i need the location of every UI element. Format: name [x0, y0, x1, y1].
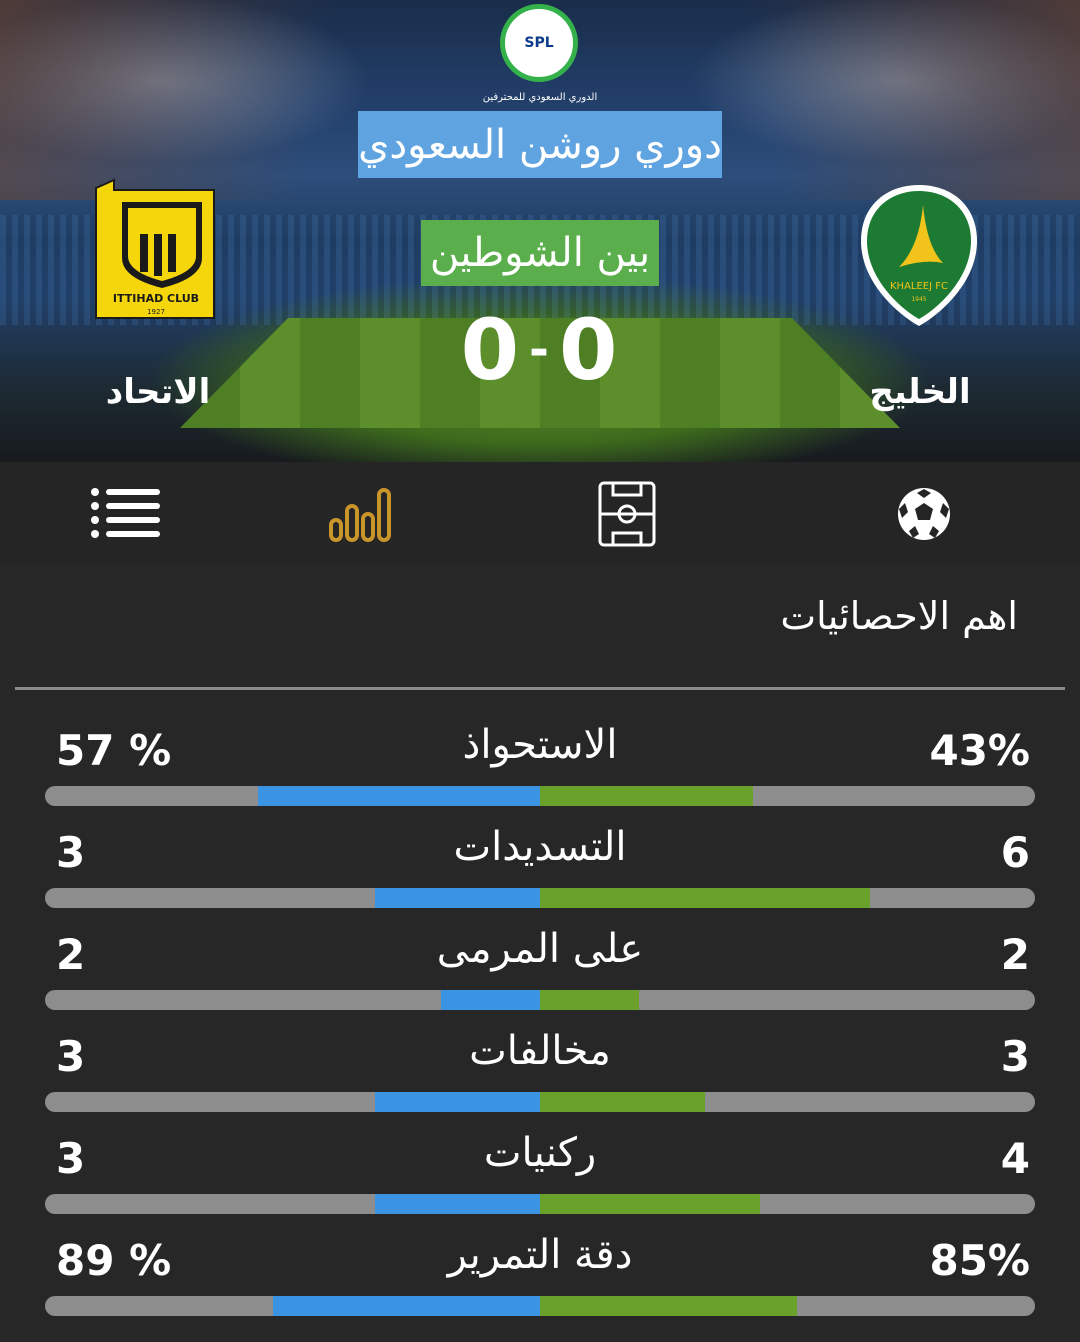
stat-bar-right-fill — [540, 786, 753, 806]
stat-bar-left-fill — [441, 990, 540, 1010]
stat-row-possession: 57 % الاستحواذ 43% — [0, 722, 1080, 828]
stat-bar — [45, 1296, 1035, 1316]
stat-row-on-target: 2 على المرمى 2 — [0, 926, 1080, 1032]
crest-left-year: 1927 — [147, 308, 165, 316]
stat-bar-left-fill — [272, 1296, 540, 1316]
stats-panel: اهم الاحصائيات 57 % الاستحواذ 43% 3 التس… — [0, 566, 1080, 1342]
stat-label: على المرمى — [436, 926, 644, 972]
crest-right-year: 1945 — [911, 296, 926, 303]
list-icon — [91, 488, 160, 538]
stat-left-value: 89 % — [56, 1236, 172, 1285]
crest-left-text: ITTIHAD CLUB — [113, 292, 199, 305]
stat-bar-left-fill — [375, 1092, 540, 1112]
league-logo: SPL — [500, 4, 578, 82]
stat-label: الاستحواذ — [462, 722, 618, 768]
stat-bar — [45, 990, 1035, 1010]
stat-right-value: 6 — [1000, 828, 1030, 877]
tab-statistics[interactable] — [322, 478, 402, 550]
stats-bars-icon — [329, 488, 391, 542]
football-icon — [898, 488, 950, 540]
team-right-name: الخليج — [869, 372, 971, 412]
stat-label: التسديدات — [453, 824, 627, 870]
stat-label: ركنيات — [483, 1130, 597, 1176]
stats-divider — [15, 687, 1065, 690]
khaleej-crest-icon: KHALEEJ FC 1945 — [861, 185, 977, 326]
stat-row-pass-accuracy: 89 % دقة التمرير 85% — [0, 1232, 1080, 1338]
stats-heading: اهم الاحصائيات — [780, 594, 1018, 638]
stat-left-value: 2 — [56, 930, 86, 979]
stat-left-value: 3 — [56, 1134, 86, 1183]
league-caption: الدوري السعودي للمحترفين — [482, 92, 598, 103]
stat-bar — [45, 1194, 1035, 1214]
league-logo-text: SPL — [524, 35, 554, 51]
stat-bar-left-fill — [257, 786, 540, 806]
stat-row-shots: 3 التسديدات 6 — [0, 824, 1080, 930]
stat-bar-right-fill — [540, 1296, 798, 1316]
stat-left-value: 3 — [56, 828, 86, 877]
pitch-icon — [598, 481, 656, 547]
tab-events[interactable] — [86, 478, 166, 550]
score-left: 0 — [460, 301, 522, 399]
stat-left-value: 3 — [56, 1032, 86, 1081]
stat-right-value: 2 — [1000, 930, 1030, 979]
stat-right-value: 3 — [1000, 1032, 1030, 1081]
stat-row-corners: 3 ركنيات 4 — [0, 1130, 1080, 1236]
stat-bar-right-fill — [540, 990, 639, 1010]
score-separator: - — [529, 322, 551, 378]
stat-bar — [45, 888, 1035, 908]
tab-lineups[interactable] — [587, 478, 667, 550]
score-right: 0 — [558, 301, 620, 399]
match-header: SPL الدوري السعودي للمحترفين دوري روشن ا… — [0, 0, 1080, 462]
team-left-name: الاتحاد — [105, 372, 211, 412]
ittihad-crest-icon: ITTIHAD CLUB 1927 — [95, 178, 215, 319]
tab-match-summary[interactable] — [884, 478, 964, 550]
scoreboard: 0 - 0 — [440, 301, 640, 399]
stat-row-fouls: 3 مخالفات 3 — [0, 1028, 1080, 1134]
stat-label: مخالفات — [469, 1028, 611, 1074]
stat-bar — [45, 786, 1035, 806]
match-status: بين الشوطين — [421, 220, 659, 286]
crest-right-text: KHALEEJ FC — [890, 281, 948, 292]
stat-right-value: 4 — [1000, 1134, 1030, 1183]
stat-bar — [45, 1092, 1035, 1112]
stat-label: دقة التمرير — [447, 1232, 633, 1278]
stat-left-value: 57 % — [56, 726, 172, 775]
league-title: دوري روشن السعودي — [358, 111, 722, 178]
stat-right-value: 85% — [929, 1236, 1030, 1285]
stat-bar-left-fill — [375, 1194, 540, 1214]
stat-bar-left-fill — [375, 888, 540, 908]
stat-bar-right-fill — [540, 888, 871, 908]
stat-right-value: 43% — [929, 726, 1030, 775]
match-tab-bar — [0, 462, 1080, 566]
stat-bar-right-fill — [540, 1194, 760, 1214]
stat-bar-right-fill — [540, 1092, 705, 1112]
